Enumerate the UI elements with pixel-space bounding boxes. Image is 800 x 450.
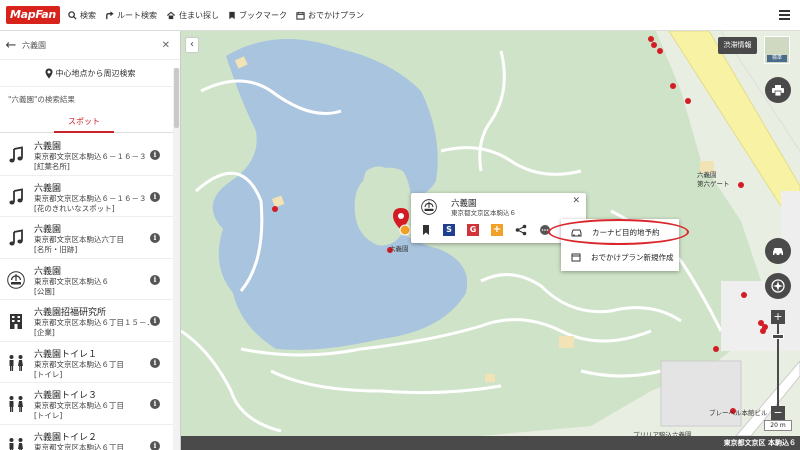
- toilet-icon: [9, 354, 23, 371]
- info-icon[interactable]: i: [150, 357, 160, 368]
- zoom-out-button[interactable]: −: [771, 406, 785, 420]
- s-service-button[interactable]: S: [443, 224, 455, 236]
- list-item[interactable]: 六義園 東京都文京区本駒込６ [公園] i: [0, 259, 173, 300]
- map-style-label: 標準: [767, 55, 787, 62]
- add-plan-button[interactable]: +: [491, 224, 503, 236]
- fountain-icon: [421, 199, 437, 215]
- g-service-button[interactable]: G: [467, 224, 479, 236]
- toilet-icon: [9, 437, 23, 450]
- nav-route-label: ルート検索: [116, 10, 157, 20]
- new-plan-label: おでかけプラン新規作成: [591, 252, 674, 262]
- zoom-in-button[interactable]: +: [771, 310, 785, 324]
- list-item[interactable]: 六義園招福研究所 東京都文京区本駒込６丁目１５－．．． [企業] i: [0, 300, 173, 342]
- result-heading: "六義園"の検索結果: [8, 95, 75, 104]
- scrollbar-thumb[interactable]: [174, 68, 179, 128]
- info-icon[interactable]: i: [150, 316, 160, 326]
- garden-pin-label: 六義園: [389, 245, 409, 253]
- parking-button[interactable]: [765, 238, 791, 264]
- result-category: [公園]: [34, 286, 55, 296]
- info-icon[interactable]: i: [150, 440, 160, 450]
- result-category: [花のきれいなスポット]: [34, 203, 115, 213]
- close-icon[interactable]: ✕: [572, 196, 580, 206]
- result-address: 東京都文京区本駒込６丁目: [34, 442, 124, 450]
- nav-plan-label: おでかけプラン: [307, 10, 364, 20]
- building-label: ブレーベル本館ビル: [709, 409, 768, 417]
- nav-bookmark[interactable]: ブックマーク: [228, 10, 287, 21]
- list-item[interactable]: 六義園 東京都文京区本駒込６－１６－３ [花のきれいなスポット] i: [0, 176, 173, 217]
- list-item[interactable]: 六義園トイレ３ 東京都文京区本駒込６丁目 [トイレ] i: [0, 383, 173, 425]
- info-icon[interactable]: i: [150, 150, 160, 160]
- app-window: MapFan 検索 ルート検索 住まい探し ブックマーク おでかけプラン ← 六…: [0, 0, 800, 450]
- music-note-icon: [9, 187, 23, 204]
- hamburger-menu-icon[interactable]: [779, 10, 790, 20]
- zoom-slider-handle[interactable]: [772, 334, 784, 339]
- main-nav: 検索 ルート検索 住まい探し ブックマーク おでかけプラン: [68, 10, 373, 21]
- sidebar-scrollbar[interactable]: [173, 68, 180, 450]
- info-icon[interactable]: i: [150, 399, 160, 409]
- nav-plan[interactable]: おでかけプラン: [296, 10, 364, 21]
- map-style-button[interactable]: 標準: [764, 36, 790, 64]
- mapfan-logo[interactable]: MapFan: [6, 6, 60, 24]
- bookmark-icon: [229, 11, 235, 19]
- calendar-icon: [571, 253, 581, 262]
- top-header: MapFan 検索 ルート検索 住まい探し ブックマーク おでかけプラン: [0, 0, 800, 31]
- result-tabs: スポット: [0, 112, 180, 133]
- car-icon: [772, 248, 783, 256]
- result-category: [企業]: [34, 328, 55, 337]
- route-icon: [106, 10, 114, 19]
- nav-search-label: 検索: [79, 10, 96, 20]
- location-pin-icon: [45, 68, 52, 78]
- gate-label: 六義園 第六ゲート: [697, 171, 730, 188]
- fountain-icon: [7, 270, 25, 289]
- nav-housing-label: 住まい探し: [178, 10, 219, 20]
- clear-search-icon[interactable]: ✕: [162, 40, 170, 51]
- search-row: ← ✕: [0, 31, 180, 60]
- list-item[interactable]: 六義園 東京都文京区本駒込６－１６－３ [紅葉名所] i: [0, 134, 173, 176]
- list-item[interactable]: 六義園トイレ１ 東京都文京区本駒込６丁目 [トイレ] i: [0, 342, 173, 383]
- info-icon[interactable]: i: [150, 233, 160, 243]
- compass-button[interactable]: [765, 273, 791, 299]
- nav-search[interactable]: 検索: [68, 10, 96, 21]
- nav-housing[interactable]: 住まい探し: [166, 10, 219, 21]
- print-button[interactable]: [765, 77, 791, 103]
- list-item[interactable]: 六義園トイレ２ 東京都文京区本駒込６丁目 i: [0, 425, 173, 450]
- current-address: 東京都文京区 本駒込６: [723, 439, 796, 447]
- result-category: [トイレ]: [34, 369, 63, 379]
- traffic-info-button[interactable]: 渋滞情報: [718, 37, 757, 54]
- new-plan-item[interactable]: おでかけプラン新規作成: [561, 245, 679, 269]
- search-icon: [68, 10, 77, 20]
- tab-spot[interactable]: スポット: [54, 112, 114, 133]
- list-item[interactable]: 六義園 東京都文京区本駒込六丁目 [名所・旧跡] i: [0, 217, 173, 259]
- toilet-icon: [9, 396, 23, 412]
- search-around-label: 中心地点から周辺検索: [55, 68, 136, 78]
- scale-indicator: 20 m: [764, 420, 792, 431]
- house-icon: [166, 11, 175, 19]
- share-icon[interactable]: [515, 224, 527, 236]
- nav-bookmark-label: ブックマーク: [238, 10, 287, 20]
- printer-icon: [772, 84, 784, 96]
- back-arrow-icon[interactable]: ←: [0, 38, 22, 53]
- nav-route[interactable]: ルート検索: [105, 10, 157, 21]
- music-note-icon: [9, 229, 23, 246]
- highlight-ellipse: [548, 219, 689, 245]
- map-bottom-bar: 東京都文京区 本駒込６: [181, 436, 800, 450]
- search-around-button[interactable]: 中心地点から周辺検索: [0, 60, 180, 87]
- zoom-control: + −: [771, 310, 785, 420]
- info-icon[interactable]: i: [150, 274, 160, 285]
- map-canvas[interactable]: ‹ 渋滞情報 標準 + − 20 m 六義園 六義園 第六ゲート ブレーベル本館…: [181, 31, 800, 450]
- bookmark-icon[interactable]: [420, 224, 432, 236]
- calendar-icon: [296, 11, 305, 20]
- building-icon: [10, 314, 22, 329]
- result-category: [トイレ]: [34, 411, 63, 420]
- result-list: 六義園 東京都文京区本駒込６－１６－３ [紅葉名所] i 六義園 東京都文京区本…: [0, 134, 173, 450]
- result-category: [名所・旧跡]: [34, 245, 78, 254]
- collapse-sidebar-button[interactable]: ‹: [185, 37, 199, 53]
- result-category: [紅葉名所]: [34, 162, 70, 171]
- music-note-icon: [9, 146, 23, 163]
- search-input[interactable]: [22, 40, 152, 50]
- popup-address: 東京都文京区本駒込６: [451, 209, 516, 217]
- search-sidebar: ← ✕ 中心地点から周辺検索 "六義園"の検索結果 スポット 六義園 東京都文京…: [0, 31, 181, 450]
- compass-icon: [771, 279, 785, 293]
- info-icon[interactable]: i: [150, 191, 160, 202]
